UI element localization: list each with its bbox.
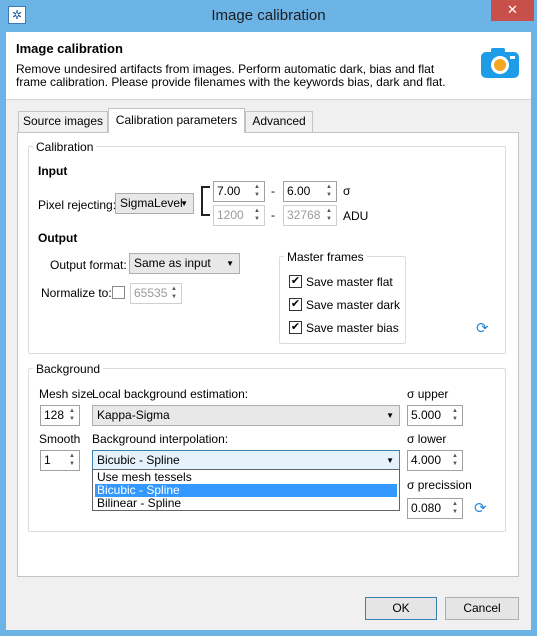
calibration-group	[28, 146, 506, 354]
local-estimation-value: Kappa-Sigma	[97, 408, 170, 422]
header-title: Image calibration	[16, 41, 123, 56]
input-heading: Input	[38, 164, 68, 178]
refresh-icon[interactable]: ⟳	[476, 319, 489, 337]
window-title: Image calibration	[211, 7, 326, 24]
master-dark-label: Save master dark	[306, 298, 401, 312]
pixel-rejecting-select[interactable]: SigmaLevel ▼	[115, 193, 194, 214]
chevron-down-icon: ▼	[180, 199, 188, 208]
output-heading: Output	[38, 231, 78, 245]
master-bias-checkbox[interactable]: ✔	[289, 321, 302, 334]
spinner-icon[interactable]: ▲ ▼	[251, 207, 263, 224]
pixel-rejecting-label: Pixel rejecting:	[38, 198, 117, 212]
pixel-rejecting-value: SigmaLevel	[120, 196, 183, 210]
interpolation-dropdown-list: Use mesh tessels Bicubic - Spline Biline…	[92, 469, 400, 511]
interpolation-value: Bicubic - Spline	[97, 453, 180, 467]
sigma-high-input[interactable]: 6.00 ▲ ▼	[283, 181, 337, 202]
normalize-input[interactable]: 65535 ▲ ▼	[130, 283, 182, 304]
ok-button[interactable]: OK	[365, 597, 437, 620]
sigma-precision-input[interactable]: 0.080 ▲ ▼	[407, 498, 463, 519]
master-bias-label: Save master bias	[306, 321, 399, 335]
tab-source-images[interactable]: Source images	[18, 111, 108, 132]
sigma-lower-label: σ lower	[407, 432, 447, 446]
spinner-icon[interactable]: ▲ ▼	[251, 183, 263, 200]
adu-low-input[interactable]: 1200 ▲ ▼	[213, 205, 265, 226]
master-flat-checkbox[interactable]: ✔	[289, 275, 302, 288]
close-button[interactable]: ✕	[491, 0, 534, 21]
smooth-label: Smooth	[39, 432, 81, 446]
normalize-label: Normalize to:	[41, 286, 112, 300]
dropdown-option[interactable]: Bilinear - Spline	[95, 497, 397, 510]
range-bracket	[201, 186, 210, 216]
chevron-down-icon: ▼	[386, 411, 394, 420]
sigma-precision-label: σ precission	[407, 478, 472, 492]
output-format-label: Output format:	[50, 258, 127, 272]
spinner-icon[interactable]: ▲ ▼	[449, 500, 461, 517]
normalize-checkbox[interactable]	[112, 286, 125, 299]
adu-unit-label: ADU	[343, 209, 369, 223]
cancel-button[interactable]: Cancel	[445, 597, 519, 620]
spinner-icon[interactable]: ▲ ▼	[323, 183, 335, 200]
spinner-icon[interactable]: ▲ ▼	[66, 407, 78, 424]
background-group-label: Background	[33, 362, 104, 376]
mesh-size-label: Mesh size	[39, 387, 94, 401]
master-flat-label: Save master flat	[306, 275, 393, 289]
sigma-upper-label: σ upper	[407, 387, 449, 401]
interpolation-select[interactable]: Bicubic - Spline ▼	[92, 450, 400, 471]
adu-high-input[interactable]: 32768 ▲ ▼	[283, 205, 337, 226]
spinner-icon[interactable]: ▲ ▼	[323, 207, 335, 224]
sigma-upper-input[interactable]: 5.000 ▲ ▼	[407, 405, 463, 426]
output-format-value: Same as input	[134, 256, 211, 270]
chevron-down-icon: ▼	[386, 456, 394, 465]
spinner-icon[interactable]: ▲ ▼	[168, 285, 180, 302]
tab-advanced[interactable]: Advanced	[245, 111, 313, 132]
local-estimation-label: Local background estimation:	[92, 387, 249, 401]
calibration-group-label: Calibration	[33, 140, 97, 154]
master-frames-label: Master frames	[284, 250, 367, 264]
chevron-down-icon: ▼	[226, 259, 234, 268]
interpolation-label: Background interpolation:	[92, 432, 229, 446]
sigma-low-input[interactable]: 7.00 ▲ ▼	[213, 181, 265, 202]
output-format-select[interactable]: Same as input ▼	[129, 253, 240, 274]
refresh-icon[interactable]: ⟳	[474, 499, 487, 517]
spinner-icon[interactable]: ▲ ▼	[66, 452, 78, 469]
mesh-size-input[interactable]: 128 ▲ ▼	[40, 405, 80, 426]
tab-calibration-parameters[interactable]: Calibration parameters	[108, 108, 245, 133]
adu-dash: -	[271, 208, 275, 222]
master-dark-checkbox[interactable]: ✔	[289, 298, 302, 311]
camera-icon	[481, 48, 519, 78]
smooth-input[interactable]: 1 ▲ ▼	[40, 450, 80, 471]
spinner-icon[interactable]: ▲ ▼	[449, 407, 461, 424]
local-estimation-select[interactable]: Kappa-Sigma ▼	[92, 405, 400, 426]
sigma-unit-label: σ	[343, 184, 351, 198]
spinner-icon[interactable]: ▲ ▼	[449, 452, 461, 469]
sigma-dash: -	[271, 184, 275, 198]
sigma-lower-input[interactable]: 4.000 ▲ ▼	[407, 450, 463, 471]
header-description: Remove undesired artifacts from images. …	[16, 62, 446, 89]
